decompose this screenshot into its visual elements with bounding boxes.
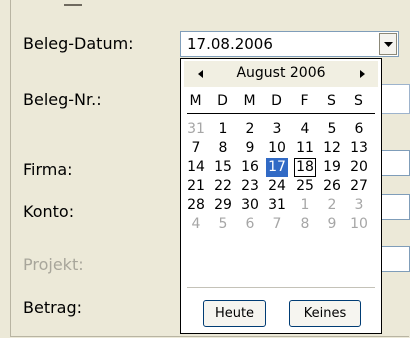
- calendar-day[interactable]: 6: [239, 215, 261, 234]
- none-button[interactable]: Keines: [289, 300, 361, 327]
- calendar-day[interactable]: 31: [266, 196, 288, 215]
- form-panel: Beleg-Datum: Beleg-Nr.: Firma: Konto: Pr…: [0, 0, 410, 338]
- date-value: 17.08.2006: [187, 35, 273, 53]
- calendar-day[interactable]: 31: [185, 120, 207, 139]
- calendar-day[interactable]: 2: [239, 120, 261, 139]
- weekday-label: M: [189, 93, 203, 109]
- chevron-down-icon: [384, 42, 393, 47]
- date-dropdown-button[interactable]: [379, 33, 397, 55]
- calendar-day[interactable]: 4: [294, 120, 316, 139]
- calendar-day[interactable]: 28: [185, 196, 207, 215]
- betrag-label: Betrag:: [23, 298, 83, 317]
- calendar-day[interactable]: 11: [294, 139, 316, 158]
- calendar-day[interactable]: 15: [212, 158, 234, 177]
- beleg-datum-field[interactable]: 17.08.2006: [180, 31, 399, 57]
- calendar-day[interactable]: 10: [266, 139, 288, 158]
- calendar-day[interactable]: 25: [294, 177, 316, 196]
- calendar-header: August 2006: [184, 61, 378, 87]
- calendar-day[interactable]: 1: [212, 120, 234, 139]
- calendar-day[interactable]: 9: [239, 139, 261, 158]
- weekday-label: S: [354, 93, 364, 109]
- beleg-nr-label: Beleg-Nr.:: [23, 90, 102, 109]
- month-label: August 2006: [236, 65, 326, 81]
- calendar-day[interactable]: 17: [266, 158, 288, 177]
- calendar-day[interactable]: 7: [266, 215, 288, 234]
- calendar-day[interactable]: 6: [348, 120, 370, 139]
- calendar-day[interactable]: 3: [348, 196, 370, 215]
- next-month-button[interactable]: [355, 66, 369, 82]
- button-divider: [187, 287, 375, 288]
- calendar-day[interactable]: 13: [348, 139, 370, 158]
- calendar-day[interactable]: 16: [239, 158, 261, 177]
- weekday-label: D: [271, 93, 283, 109]
- weekday-label: S: [327, 93, 337, 109]
- calendar-day[interactable]: 7: [185, 139, 207, 158]
- weekday-header: MDMDFSS: [184, 91, 380, 113]
- arrow-right-icon: [359, 70, 365, 78]
- calendar-day[interactable]: 19: [321, 158, 343, 177]
- calendar-day[interactable]: 23: [239, 177, 261, 196]
- projekt-label: Projekt:: [23, 255, 84, 274]
- calendar-day[interactable]: 10: [348, 215, 370, 234]
- calendar-day[interactable]: 5: [321, 120, 343, 139]
- calendar-day[interactable]: 18: [294, 158, 316, 177]
- weekday-divider: [187, 113, 375, 114]
- calendar-day[interactable]: 24: [266, 177, 288, 196]
- date-picker-popup: August 2006 MDMDFSS 31 1 2 3 4 5 6 7 8 9 10 11 12 13 1…: [180, 58, 382, 334]
- weekday-label: D: [217, 93, 229, 109]
- calendar-day[interactable]: 2: [321, 196, 343, 215]
- calendar-day[interactable]: 20: [348, 158, 370, 177]
- calendar-day[interactable]: 27: [348, 177, 370, 196]
- calendar-day[interactable]: 30: [239, 196, 261, 215]
- calendar-day[interactable]: 1: [294, 196, 316, 215]
- konto-label: Konto:: [23, 202, 75, 221]
- calendar-day[interactable]: 12: [321, 139, 343, 158]
- beleg-datum-label: Beleg-Datum:: [23, 34, 134, 53]
- calendar-day[interactable]: 26: [321, 177, 343, 196]
- calendar-day[interactable]: 9: [321, 215, 343, 234]
- calendar-day[interactable]: 22: [212, 177, 234, 196]
- calendar-day[interactable]: 5: [212, 215, 234, 234]
- calendar-day[interactable]: 8: [212, 139, 234, 158]
- calendar-day[interactable]: 29: [212, 196, 234, 215]
- today-button[interactable]: Heute: [203, 300, 266, 327]
- calendar-day[interactable]: 4: [185, 215, 207, 234]
- calendar-day[interactable]: 14: [185, 158, 207, 177]
- calendar-day[interactable]: 8: [294, 215, 316, 234]
- calendar-day[interactable]: 21: [185, 177, 207, 196]
- firma-label: Firma:: [23, 160, 73, 179]
- calendar-day[interactable]: 3: [266, 120, 288, 139]
- weekday-label: F: [300, 93, 310, 109]
- groupbox-border: [64, 0, 82, 6]
- weekday-label: M: [243, 93, 257, 109]
